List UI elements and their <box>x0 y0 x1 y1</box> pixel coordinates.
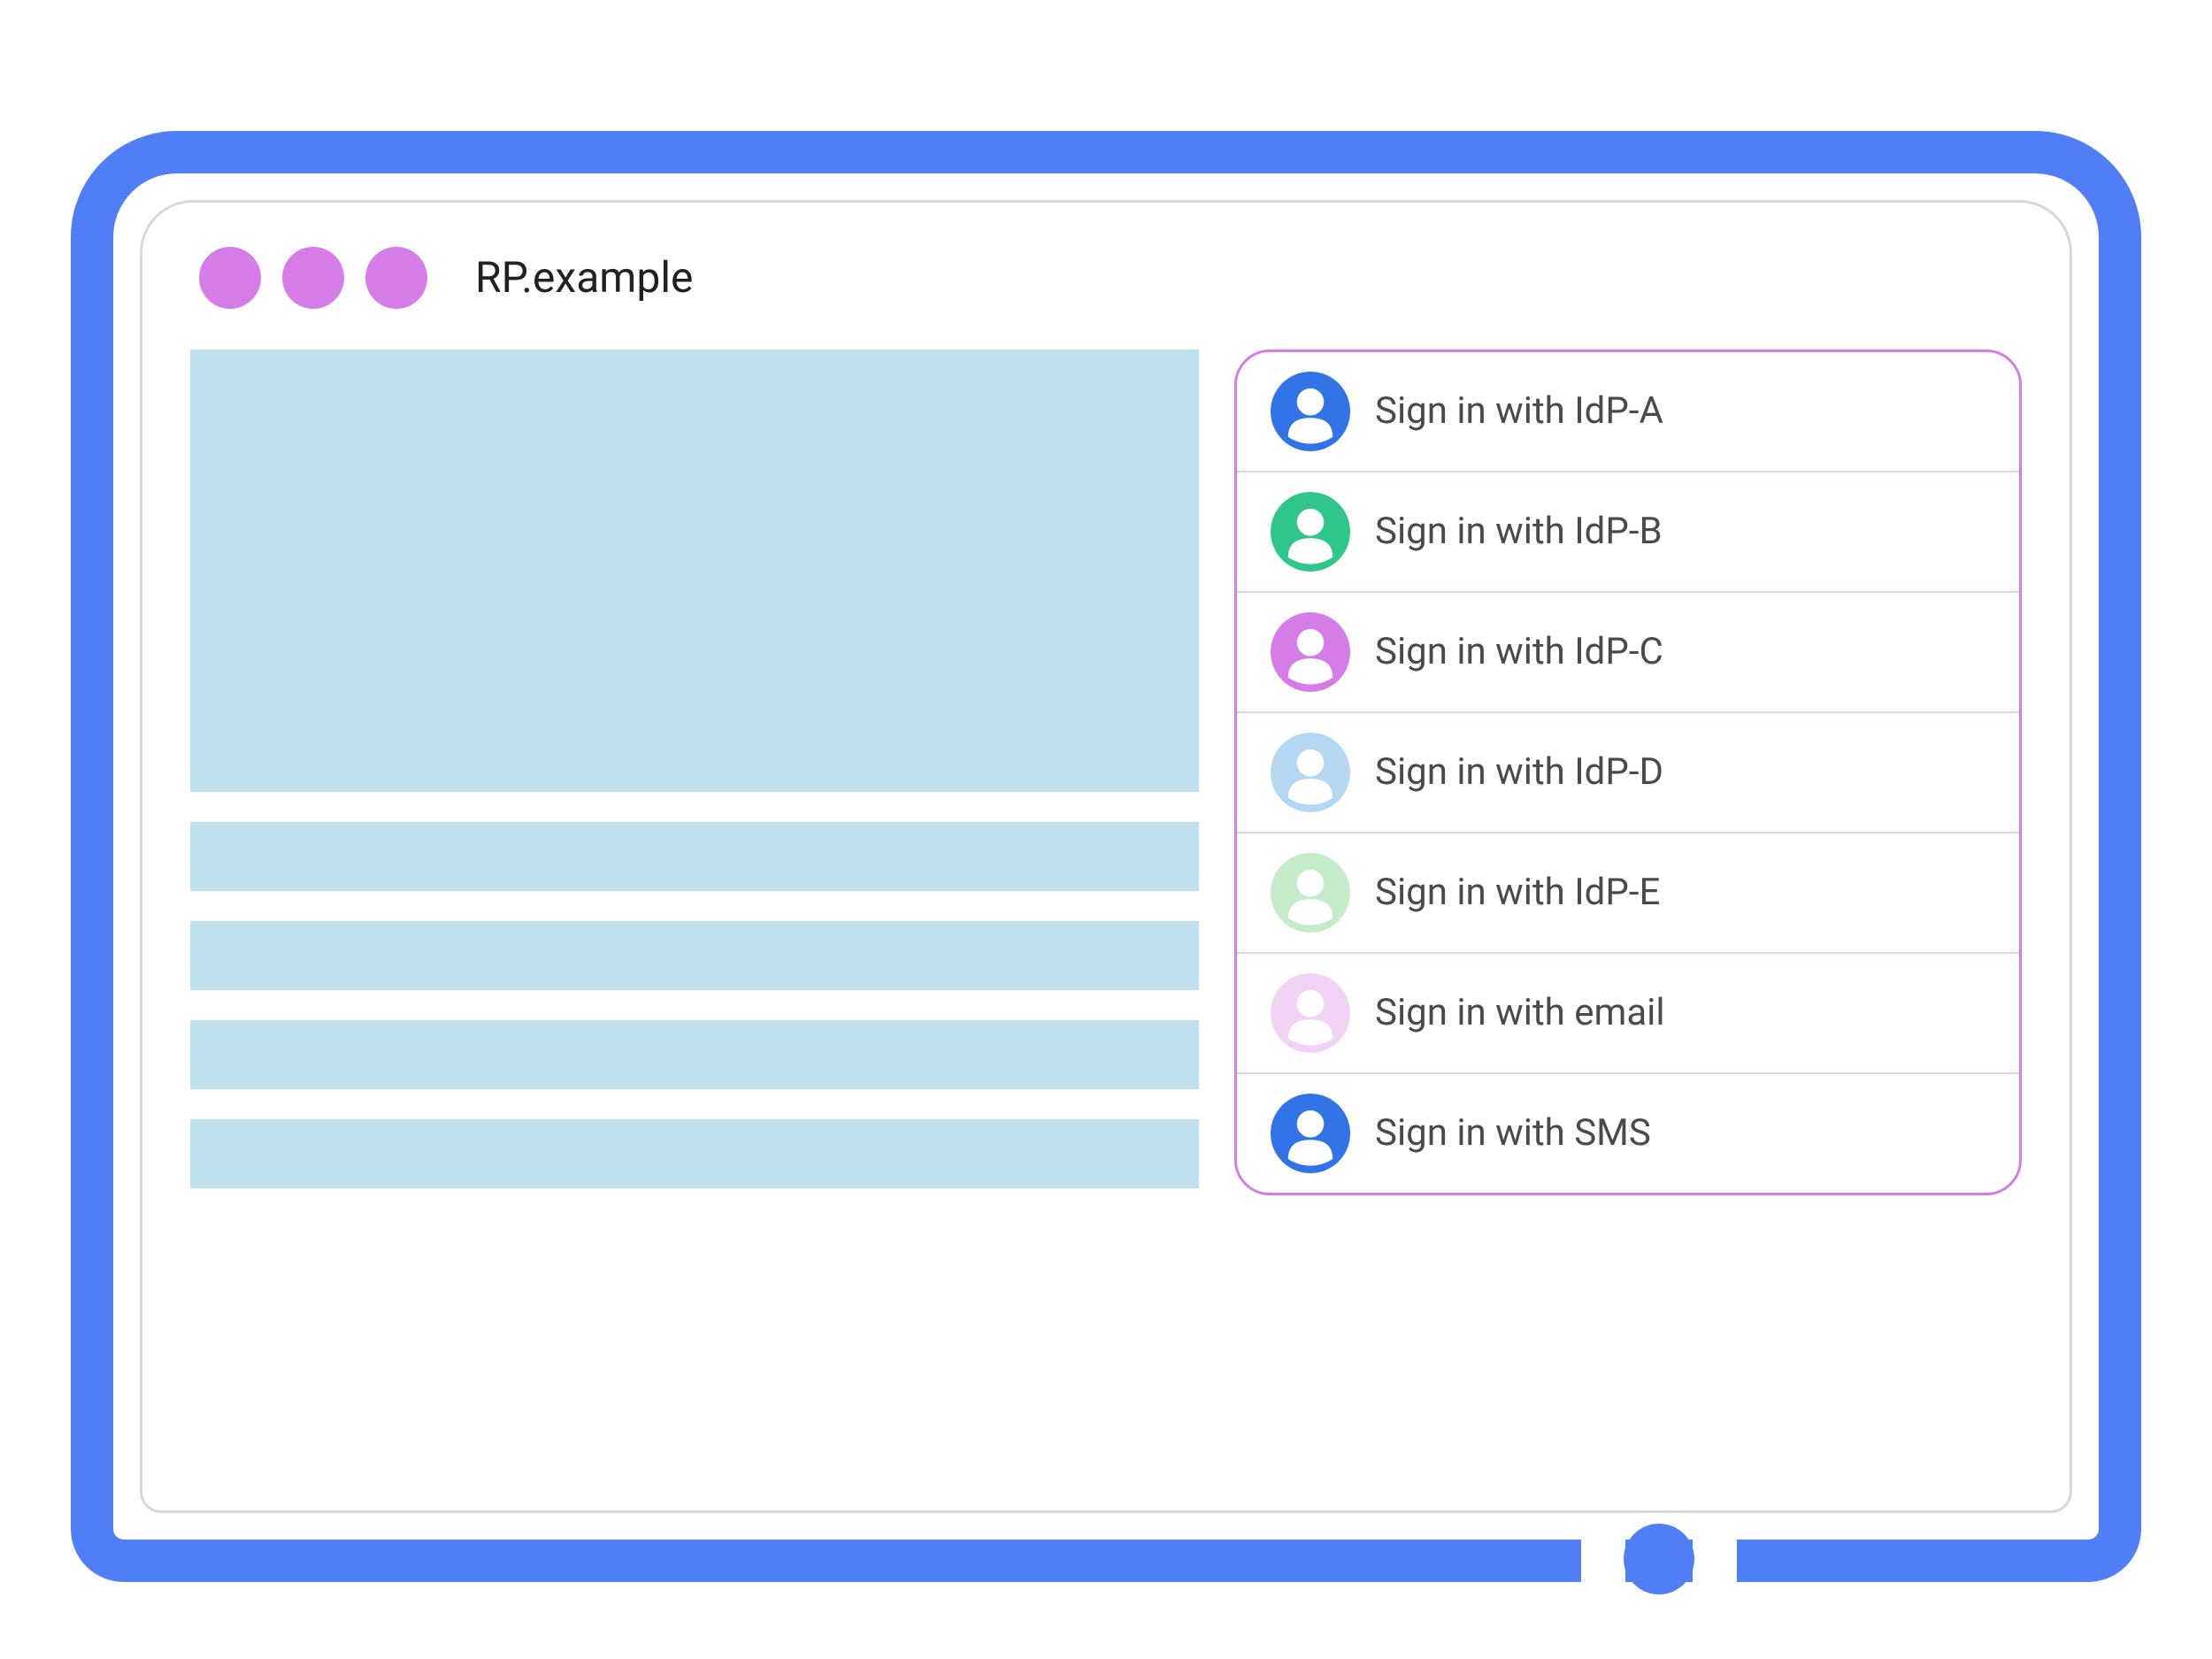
signin-option[interactable]: Sign in with IdP-C <box>1237 593 2019 713</box>
signin-option[interactable]: Sign in with SMS <box>1237 1074 2019 1193</box>
page-content: Sign in with IdP-A Sign in with IdP-B Si… <box>190 349 2022 1484</box>
user-avatar-icon <box>1271 612 1350 692</box>
frame-notch-gap <box>1693 1540 1737 1582</box>
home-button-icon <box>1624 1524 1694 1594</box>
main-content-column <box>190 349 1199 1484</box>
frame-notch-gap <box>1581 1540 1625 1582</box>
user-avatar-icon <box>1271 733 1350 812</box>
signin-option-label: Sign in with IdP-E <box>1375 871 1660 914</box>
user-avatar-icon <box>1271 853 1350 933</box>
user-avatar-icon <box>1271 1094 1350 1173</box>
signin-option[interactable]: Sign in with IdP-B <box>1237 472 2019 593</box>
signin-option-label: Sign in with IdP-A <box>1375 389 1663 433</box>
signin-option-label: Sign in with IdP-D <box>1375 750 1663 794</box>
traffic-light-icon <box>282 247 344 309</box>
hero-placeholder <box>190 349 1199 792</box>
signin-option-label: Sign in with IdP-C <box>1375 630 1663 673</box>
signin-option[interactable]: Sign in with IdP-D <box>1237 713 2019 833</box>
user-avatar-icon <box>1271 973 1350 1053</box>
signin-option[interactable]: Sign in with email <box>1237 954 2019 1074</box>
traffic-light-icon <box>199 247 261 309</box>
address-bar-text: RP.example <box>475 252 693 303</box>
user-avatar-icon <box>1271 492 1350 572</box>
traffic-light-icon <box>365 247 427 309</box>
signin-panel: Sign in with IdP-A Sign in with IdP-B Si… <box>1234 349 2022 1195</box>
browser-titlebar: RP.example <box>190 247 2022 309</box>
signin-option[interactable]: Sign in with IdP-E <box>1237 833 2019 954</box>
signin-option[interactable]: Sign in with IdP-A <box>1237 352 2019 472</box>
text-placeholder-line <box>190 822 1199 891</box>
signin-option-label: Sign in with email <box>1375 991 1665 1034</box>
user-avatar-icon <box>1271 372 1350 451</box>
browser-window: RP.example Sign in with IdP-A Sign in wi… <box>140 200 2072 1513</box>
device-frame: RP.example Sign in with IdP-A Sign in wi… <box>71 131 2141 1582</box>
text-placeholder-line <box>190 921 1199 990</box>
text-placeholder-line <box>190 1020 1199 1089</box>
text-placeholder-line <box>190 1119 1199 1188</box>
signin-option-label: Sign in with SMS <box>1375 1111 1651 1155</box>
signin-option-label: Sign in with IdP-B <box>1375 510 1663 553</box>
